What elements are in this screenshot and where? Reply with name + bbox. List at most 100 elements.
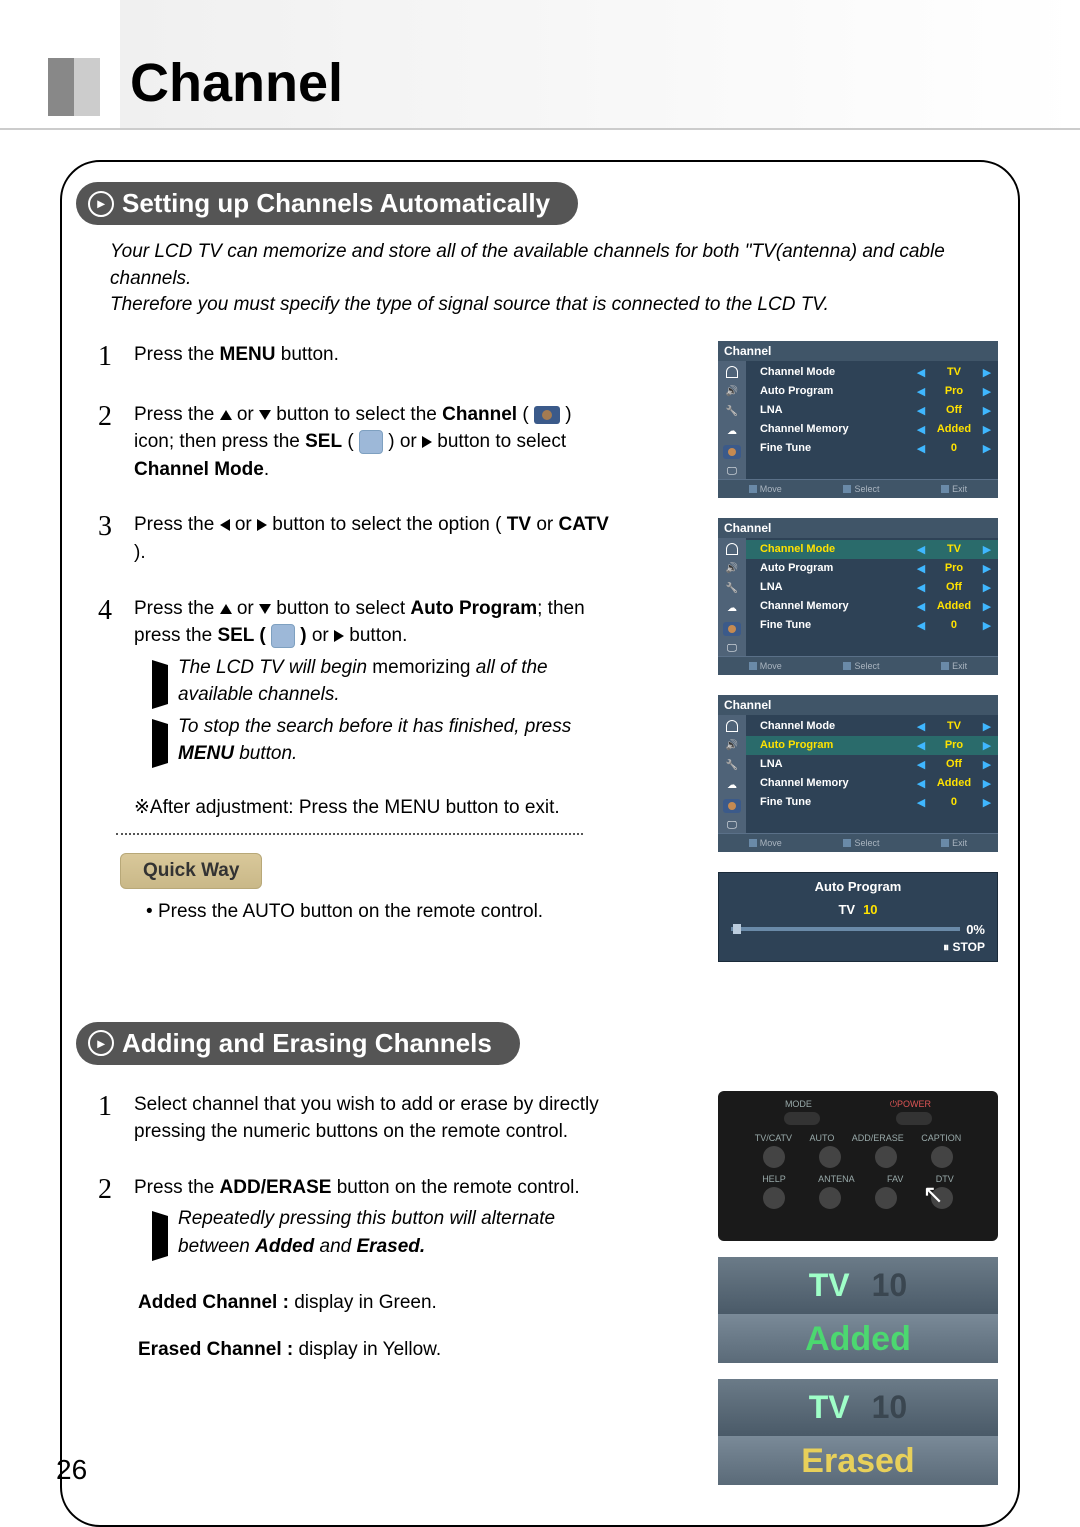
osd-footer-select: Select [843, 484, 879, 494]
osd-row-lna: LNA◀Off▶ [746, 401, 998, 420]
pc-icon [723, 642, 741, 656]
step-text: Press the ADD/ERASE button on the remote… [134, 1174, 613, 1261]
status-tv-label: TV [809, 1267, 850, 1304]
osd-panel-2: Channel Channel Mode◀TV▶ Auto Program◀Pr… [718, 518, 998, 675]
step-4: 4 Press the or button to select Auto Pro… [98, 595, 613, 768]
remote-btn-power [896, 1112, 932, 1125]
antenna-icon [723, 719, 741, 733]
step-number: 3 [98, 511, 134, 566]
remote-label-dtv: DTV [936, 1174, 954, 1184]
circle-arrow-icon: ▸ [88, 1030, 114, 1056]
osd-row-auto-program: Auto Program◀Pro▶ [746, 382, 998, 401]
circle-arrow-icon: ▸ [88, 191, 114, 217]
osd-row-fine-tune: Fine Tune◀0▶ [746, 616, 998, 635]
remote-btn-antena [819, 1187, 841, 1209]
osd-row-channel-mode: Channel Mode◀TV▶ [746, 363, 998, 382]
step-number: 4 [98, 595, 134, 768]
remote-btn-auto [819, 1146, 841, 1168]
cloud-icon [723, 425, 741, 439]
remote-btn-mode [784, 1112, 820, 1125]
section2-step2-sub: Repeatedly pressing this button will alt… [152, 1205, 613, 1260]
osd-row-channel-memory: Channel Memory◀Added▶ [746, 420, 998, 439]
osd-row-fine-tune: Fine Tune◀0▶ [746, 439, 998, 458]
arrow-right-icon [422, 436, 432, 448]
osd-row-auto-program-highlight: Auto Program◀Pro▶ [746, 736, 998, 755]
remote-label-adderase: ADD/ERASE [852, 1133, 904, 1143]
step-2: 2 Press the or button to select the Chan… [98, 401, 613, 484]
auto-program-panel: Auto Program TV10 0% STOP [718, 872, 998, 962]
status-channel-number: 10 [872, 1389, 908, 1426]
step-number: 2 [98, 401, 134, 484]
erased-channel-note: Erased Channel : display in Yellow. [138, 1336, 613, 1364]
status-channel-number: 10 [872, 1267, 908, 1304]
step-text: Select channel that you wish to add or e… [134, 1091, 613, 1146]
remote-label-auto: AUTO [809, 1133, 834, 1143]
header-accent-bar [48, 58, 100, 116]
osd-footer-move: Move [749, 484, 782, 494]
channel-icon [723, 445, 741, 459]
wrench-icon [723, 405, 741, 419]
section-tab-add-erase: ▸ Adding and Erasing Channels [76, 1022, 520, 1065]
remote-btn-adderase [875, 1146, 897, 1168]
osd-title: Channel [718, 341, 998, 361]
channel-icon [534, 406, 560, 424]
page-header: Channel [0, 0, 1080, 130]
status-bar-erased: TV 10 [718, 1379, 998, 1436]
osd-row-channel-mode: Channel Mode◀TV▶ [746, 717, 998, 736]
status-erased: Erased [718, 1436, 998, 1485]
osd-row-channel-memory: Channel Memory◀Added▶ [746, 774, 998, 793]
step-text: Press the or button to select Auto Progr… [134, 595, 613, 768]
main-content: ▸ Setting up Channels Automatically Your… [60, 160, 1020, 1527]
speaker-icon [723, 385, 741, 399]
osd-footer-exit: Exit [941, 484, 967, 494]
divider-dotted [116, 833, 583, 835]
pc-icon [723, 819, 741, 833]
wrench-icon [723, 582, 741, 596]
sel-button-icon [359, 430, 383, 454]
remote-btn-tvcatv [763, 1146, 785, 1168]
autoprog-channel-line: TV10 [719, 900, 997, 919]
osd-row-lna: LNA◀Off▶ [746, 578, 998, 597]
step4-sub2: To stop the search before it has finishe… [152, 713, 613, 768]
arrow-down-icon [259, 410, 271, 420]
remote-btn-dtv [931, 1187, 953, 1209]
step-text: Press the MENU button. [134, 341, 339, 373]
wrench-icon [723, 759, 741, 773]
quick-way-tab: Quick Way [120, 853, 262, 889]
step-text: Press the or button to select the option… [134, 511, 613, 566]
page-title: Channel [130, 52, 343, 114]
step-3: 3 Press the or button to select the opti… [98, 511, 613, 566]
step4-sub1: The LCD TV will begin memorizing all of … [152, 654, 613, 709]
pc-icon [723, 465, 741, 479]
remote-btn-help [763, 1187, 785, 1209]
section2-title: Adding and Erasing Channels [122, 1028, 492, 1059]
arrow-right-icon [334, 630, 344, 642]
section1-title: Setting up Channels Automatically [122, 188, 550, 219]
status-bar-added: TV 10 [718, 1257, 998, 1314]
step-number: 1 [98, 1091, 134, 1146]
sel-button-icon [271, 624, 295, 648]
section-tab-setup-channels: ▸ Setting up Channels Automatically [76, 182, 578, 225]
speaker-icon [723, 739, 741, 753]
autoprog-progress: 0% [719, 919, 997, 940]
cloud-icon [723, 602, 741, 616]
osd-panel-1: Channel Channel Mode◀TV▶ Auto Program◀Pr… [718, 341, 998, 498]
arrow-down-icon [259, 604, 271, 614]
step-number: 2 [98, 1174, 134, 1261]
osd-icon-column [718, 361, 746, 479]
osd-panel-3: Channel Channel Mode◀TV▶ Auto Program◀Pr… [718, 695, 998, 852]
remote-btn-fav [875, 1187, 897, 1209]
remote-control-illustration: MODE ⏻POWER TV/CATV AUTO ADD/ERASE CAPTI… [718, 1091, 998, 1241]
step-text: Press the or button to select the Channe… [134, 401, 613, 484]
channel-icon [723, 799, 741, 813]
remote-label-fav: FAV [887, 1174, 903, 1184]
remote-label-tvcatv: TV/CATV [755, 1133, 792, 1143]
remote-label-antena: ANTENA [818, 1174, 855, 1184]
osd-row-auto-program: Auto Program◀Pro▶ [746, 559, 998, 578]
antenna-icon [723, 365, 741, 379]
remote-label-caption: CAPTION [921, 1133, 961, 1143]
remote-label-power: POWER [897, 1099, 931, 1109]
arrow-up-icon [220, 410, 232, 420]
page-number: 26 [56, 1454, 87, 1486]
added-channel-note: Added Channel : display in Green. [138, 1289, 613, 1317]
